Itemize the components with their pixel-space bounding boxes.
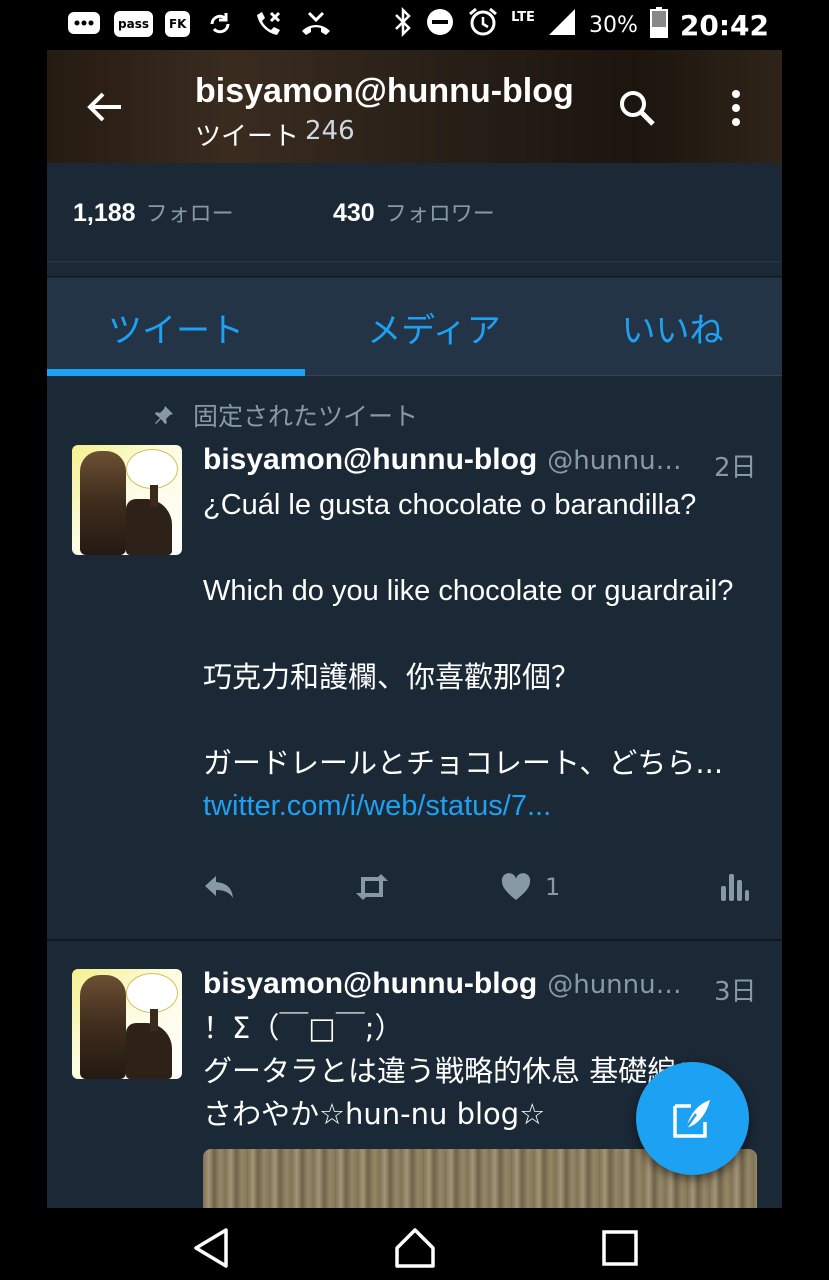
tweet-actions: 1 xyxy=(203,867,763,907)
status-bar: pass FK LTE 30% 20:42 xyxy=(0,0,829,50)
triangle-back-icon xyxy=(194,1228,228,1268)
tweet-text[interactable]: ¿Cuál le gusta chocolate o barandilla? W… xyxy=(203,484,763,828)
section-divider xyxy=(47,265,782,277)
nav-home-button[interactable] xyxy=(393,1226,437,1270)
back-button[interactable] xyxy=(83,85,127,129)
search-button[interactable] xyxy=(615,86,659,130)
arrow-left-icon xyxy=(87,92,121,122)
battery-percent: 30% xyxy=(588,13,638,38)
nav-recents-button[interactable] xyxy=(598,1226,642,1270)
tweet-line: ！Σ（￣□￣;） xyxy=(203,1011,404,1045)
followers-stat[interactable]: 430 フォロワー xyxy=(333,196,495,228)
following-label: フォロー xyxy=(145,202,234,227)
more-vertical-icon xyxy=(732,90,740,126)
missed-call-icon xyxy=(250,8,286,40)
tweet-author-name[interactable]: bisyamon@hunnu-blog xyxy=(203,443,537,477)
nav-back-button[interactable] xyxy=(190,1226,234,1270)
tweet-line: ガードレールとチョコレート、どちら... xyxy=(203,746,724,780)
status-system-icons: LTE 30% 20:42 xyxy=(393,6,769,45)
fk-icon: FK xyxy=(164,11,191,37)
search-icon xyxy=(620,91,655,126)
tweet-line: ¿Cuál le gusta chocolate o barandilla? xyxy=(203,489,697,521)
system-nav-bar xyxy=(0,1208,829,1280)
avatar[interactable] xyxy=(72,445,182,555)
followers-count: 430 xyxy=(333,199,375,227)
analytics-icon xyxy=(721,874,749,901)
pinned-label: 固定されたツイート xyxy=(193,402,419,431)
retweet-icon xyxy=(356,874,388,900)
analytics-button[interactable] xyxy=(719,867,749,907)
tweet-line: Which do you like chocolate or guardrail… xyxy=(203,575,734,607)
followers-label: フォロワー xyxy=(384,202,495,227)
profile-header: bisyamon@hunnu-blog ツイート 246 xyxy=(47,50,782,163)
like-count: 1 xyxy=(545,873,561,901)
page-title: bisyamon@hunnu-blog xyxy=(195,72,574,110)
tweet-line: 巧克力和護欄、你喜歡那個？ xyxy=(203,660,581,694)
more-options-button[interactable] xyxy=(721,86,751,130)
tweet-author-handle: @hunnum... xyxy=(547,446,698,476)
compose-icon xyxy=(672,1099,710,1138)
pinned-tweet-label: 固定されたツイート xyxy=(153,397,418,433)
bluetooth-icon xyxy=(393,6,413,44)
tweet-divider xyxy=(47,939,782,941)
chat-bubble-icon xyxy=(66,8,102,40)
following-stat[interactable]: 1,188 フォロー xyxy=(73,196,234,228)
alarm-icon xyxy=(467,6,499,45)
tweet-count-label: ツイート xyxy=(195,122,300,152)
tweet-link[interactable]: twitter.com/i/web/status/7... xyxy=(203,790,551,822)
home-icon xyxy=(395,1228,435,1268)
tab-media[interactable]: メディア xyxy=(305,278,563,376)
pin-icon xyxy=(155,406,173,424)
heart-icon xyxy=(501,873,531,900)
tweet-author-name[interactable]: bisyamon@hunnu-blog xyxy=(203,967,537,1001)
sync-icon xyxy=(202,8,238,40)
reply-icon xyxy=(205,876,233,898)
like-button[interactable]: 1 xyxy=(501,867,560,907)
do-not-disturb-icon xyxy=(425,7,455,44)
status-time: 20:42 xyxy=(679,9,769,42)
tweet-count: ツイート 246 xyxy=(195,116,355,153)
pass-icon: pass xyxy=(114,11,153,37)
tweet-author-handle: @hunnum... xyxy=(547,970,698,1000)
tweet-count-value: 246 xyxy=(305,116,355,146)
reply-button[interactable] xyxy=(203,867,235,907)
network-type: LTE xyxy=(511,10,535,25)
timeline: 固定されたツイート bisyamon@hunnu-blog @hunnum...… xyxy=(47,377,782,1208)
status-notification-icons: pass FK xyxy=(66,8,334,40)
signal-icon xyxy=(547,7,577,44)
avatar[interactable] xyxy=(72,969,182,1079)
tweet-header: bisyamon@hunnu-blog @hunnum... xyxy=(203,443,697,477)
tab-tweets[interactable]: ツイート xyxy=(47,278,305,376)
tab-likes[interactable]: いいね xyxy=(563,278,782,376)
tweet-header: bisyamon@hunnu-blog @hunnum... xyxy=(203,967,697,1001)
follow-stats: 1,188 フォロー 430 フォロワー xyxy=(47,163,782,263)
tweet-time: 2日 xyxy=(714,453,757,483)
selected-tab-indicator xyxy=(47,369,305,376)
tweet-time: 3日 xyxy=(714,977,757,1007)
battery-icon xyxy=(649,6,668,45)
compose-tweet-button[interactable] xyxy=(636,1062,749,1175)
twitter-app: bisyamon@hunnu-blog ツイート 246 1,188 フォロー … xyxy=(47,50,782,1208)
square-recents-icon xyxy=(602,1230,638,1266)
retweet-button[interactable] xyxy=(353,867,391,907)
profile-tabs: ツイート メディア いいね xyxy=(47,278,782,376)
call-forward-icon xyxy=(298,8,334,40)
following-count: 1,188 xyxy=(73,199,136,227)
